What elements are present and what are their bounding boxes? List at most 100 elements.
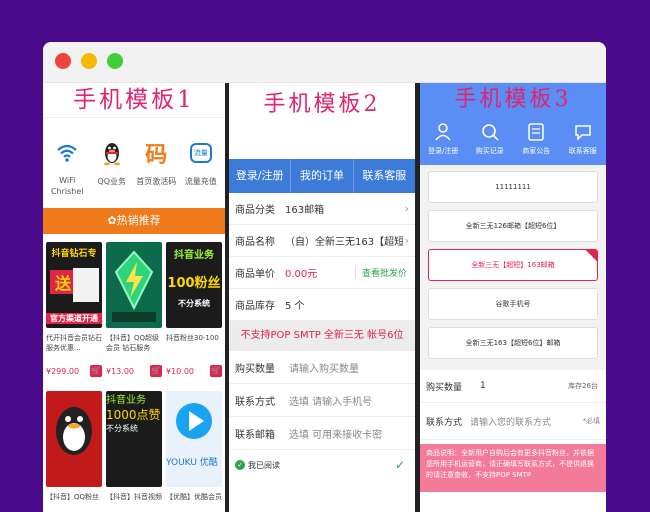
category-wifi[interactable]: WiFi Chrishel: [46, 138, 88, 196]
agreement-row[interactable]: ✓ 我已阅读 ✓: [229, 450, 415, 480]
template-2-title: 手机模板2: [263, 92, 381, 117]
quantity-input[interactable]: 1: [480, 381, 486, 391]
maximize-window-button[interactable]: [107, 53, 123, 69]
wifi-icon: [46, 138, 88, 168]
template-3-panel: 手机模板3 登录/注册 购买记录 商家公告 联系客服 11111111 全新三无…: [420, 83, 606, 512]
stock-row: 商品库存 5 个: [229, 289, 415, 321]
product-name: 【优酷】优酷会员: [166, 493, 222, 501]
cart-icon[interactable]: 🛒: [210, 365, 222, 377]
contact-field[interactable]: 联系方式 请输入您的联系方式 *必填: [420, 403, 606, 440]
product-card[interactable]: 抖音业务 100粉丝 不分系统 抖音粉丝30-100 ¥10.00 🛒: [166, 242, 222, 377]
phone-field[interactable]: 联系方式 选填 请输入手机号: [229, 384, 415, 417]
nav-announcements[interactable]: 商家公告: [514, 121, 558, 156]
email-field[interactable]: 联系邮箱 选填 可用来接收卡密: [229, 417, 415, 450]
product-name: 【抖音】抖音视频: [106, 493, 162, 501]
product-card[interactable]: 抖音业务 1000点赞 不分系统 【抖音】抖音视频: [106, 377, 162, 512]
product-name: 【抖音】QQ超级会员 钻石服务: [106, 334, 160, 352]
template-previews: 手机模板1 WiFi Chrishel QQ业务 码 首页激活码 流量 流量充值…: [43, 83, 606, 512]
product-option-selected[interactable]: 全新三无【超短】163邮箱: [428, 249, 598, 281]
diamond-lightning-icon: [112, 250, 156, 322]
code-icon: 码: [145, 143, 168, 168]
quantity-field[interactable]: 购买数量 1 库存26台: [420, 370, 606, 403]
product-price: ¥10.00: [166, 366, 194, 376]
category-label: WiFi: [59, 176, 76, 185]
product-thumbnail: [46, 391, 102, 487]
category-code[interactable]: 码 首页激活码: [135, 138, 177, 196]
template-2-panel: 手机模板2 登录/注册 我的订单 联系客服 商品分类 163邮箱 › 商品名称 …: [229, 83, 415, 512]
unit-price-row: 商品单价 0.00元 查看批发价: [229, 257, 415, 289]
tab-contact-service[interactable]: 联系客服: [354, 159, 415, 193]
tab-login[interactable]: 登录/注册: [229, 159, 292, 193]
product-thumbnail: [106, 242, 162, 328]
category-select[interactable]: 商品分类 163邮箱 ›: [229, 193, 415, 225]
cart-icon[interactable]: 🛒: [150, 365, 162, 377]
hot-section-header: ✿热销推荐: [43, 208, 225, 234]
nav-contact-service[interactable]: 联系客服: [561, 121, 605, 156]
browser-window: 手机模板1 WiFi Chrishel QQ业务 码 首页激活码 流量 流量充值…: [43, 42, 606, 512]
search-icon: [468, 121, 512, 143]
product-row: 抖音钻石专 送 官方渠道开通 代开抖音会员钻石服务优惠... ¥299.00 🛒: [43, 234, 225, 377]
user-icon: [421, 121, 465, 143]
wholesale-price-link[interactable]: 查看批发价: [354, 266, 407, 279]
product-price-bar: ¥299.00 🛒: [46, 365, 102, 377]
product-price: ¥13.00: [106, 366, 134, 376]
product-thumbnail: YOUKU 优酷: [166, 391, 222, 487]
product-name: 代开抖音会员钻石服务优惠...: [46, 334, 102, 352]
contact-input[interactable]: 请输入您的联系方式: [470, 415, 551, 428]
product-option[interactable]: 全新三无126邮箱【超短6位】: [428, 210, 598, 242]
product-card[interactable]: 【抖音】QQ粉丝: [46, 377, 102, 512]
product-price-bar: ¥10.00 🛒: [166, 365, 222, 377]
header-nav: 登录/注册 购买记录 商家公告 联系客服: [420, 121, 606, 156]
close-window-button[interactable]: [55, 53, 71, 69]
product-warning: 不支持POP SMTP 全新三无 帐号6位: [229, 321, 415, 351]
product-thumbnail: 抖音业务 100粉丝 不分系统: [166, 242, 222, 328]
window-titlebar: [43, 42, 606, 83]
required-mark: *必填: [582, 417, 601, 425]
minimize-window-button[interactable]: [81, 53, 97, 69]
product-price: ¥299.00: [46, 366, 80, 376]
product-card[interactable]: YOUKU 优酷 【优酷】优酷会员: [166, 377, 222, 512]
product-name: 【抖音】QQ粉丝: [46, 493, 100, 501]
product-thumbnail: 抖音业务 1000点赞 不分系统: [106, 391, 162, 487]
template-1-title: 手机模板1: [73, 87, 195, 113]
chevron-right-icon: ›: [404, 234, 409, 247]
template-3-title: 手机模板3: [454, 87, 572, 112]
product-price-bar: ¥13.00 🛒: [106, 365, 162, 377]
check-icon: ✓: [394, 458, 405, 472]
product-option[interactable]: 11111111: [428, 171, 598, 203]
product-row: 【抖音】QQ粉丝 抖音业务 1000点赞 不分系统 【抖音】抖音视频 YOUKU…: [43, 377, 225, 512]
product-note: 商品说明：全新用户自购后会有更多抖音粉丝，并依据您所用手机运营商，请正确填写联系…: [420, 444, 606, 492]
category-data[interactable]: 流量 流量充值: [180, 138, 222, 196]
product-option[interactable]: 谷歌手机号: [428, 288, 598, 320]
cart-icon[interactable]: 🛒: [90, 365, 102, 377]
chevron-right-icon: ›: [404, 202, 409, 215]
play-icon: [176, 403, 212, 439]
quantity-input[interactable]: 请输入购买数量: [289, 360, 359, 375]
stock-label: 库存26台: [568, 382, 598, 390]
product-option[interactable]: 全新三无163【超短6位】邮箱: [428, 327, 598, 359]
qq-penguin-icon: [91, 138, 133, 168]
document-icon: [514, 121, 558, 143]
category-qq[interactable]: QQ业务: [91, 138, 133, 196]
category-sublabel: Chrishel: [50, 187, 84, 196]
product-select[interactable]: 商品名称 （自）全新三无163【超短6位】邮件 ›: [229, 225, 415, 257]
nav-purchase-records[interactable]: 购买记录: [468, 121, 512, 156]
product-card[interactable]: 抖音钻石专 送 官方渠道开通 代开抖音会员钻石服务优惠... ¥299.00 🛒: [46, 242, 102, 377]
category-label: 流量充值: [184, 177, 217, 186]
phone-input[interactable]: 选填 请输入手机号: [289, 393, 372, 408]
tab-my-orders[interactable]: 我的订单: [291, 159, 354, 193]
header-bar: 手机模板3 登录/注册 购买记录 商家公告 联系客服: [420, 83, 606, 165]
email-input[interactable]: 选填 可用来接收卡密: [289, 426, 382, 441]
product-card[interactable]: 【抖音】QQ超级会员 钻石服务 ¥13.00 🛒: [106, 242, 162, 377]
check-icon[interactable]: ✓: [235, 460, 245, 470]
category-label: QQ业务: [97, 177, 127, 186]
qq-penguin-icon: [56, 407, 92, 455]
template-1-panel: 手机模板1 WiFi Chrishel QQ业务 码 首页激活码 流量 流量充值…: [43, 83, 225, 512]
product-name: 抖音粉丝30-100: [166, 334, 219, 342]
product-thumbnail: 抖音钻石专 送 官方渠道开通: [46, 242, 102, 328]
data-icon: 流量: [180, 138, 222, 168]
category-icons: WiFi Chrishel QQ业务 码 首页激活码 流量 流量充值: [43, 118, 225, 196]
top-tabs: 登录/注册 我的订单 联系客服: [229, 159, 415, 193]
nav-login[interactable]: 登录/注册: [421, 121, 465, 156]
quantity-field[interactable]: 购买数量 请输入购买数量: [229, 351, 415, 384]
